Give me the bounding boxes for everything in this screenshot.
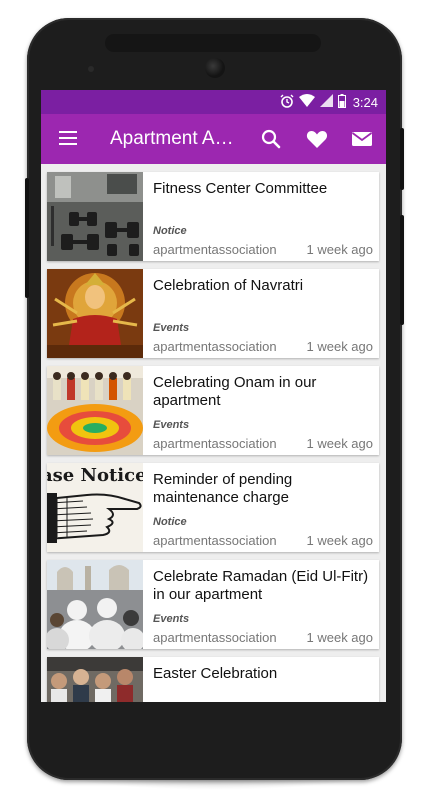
- post-author: apartmentassociation: [153, 242, 277, 257]
- signal-icon: [319, 94, 333, 110]
- eid-prayer-image: [47, 560, 143, 649]
- post-category: Events: [153, 322, 190, 334]
- post-category: Events: [153, 613, 190, 625]
- post-title: Reminder of pending maintenance charge: [153, 471, 293, 506]
- post-author: apartmentassociation: [153, 436, 277, 451]
- post-title: Celebrate Ramadan (Eid Ul-Fitr) in our a…: [153, 568, 369, 603]
- post-time: 1 week ago: [306, 630, 374, 645]
- phone-volume-button: [400, 215, 404, 325]
- post-time: 1 week ago: [306, 339, 374, 354]
- gym-equipment-image: [47, 172, 143, 261]
- post-category: Notice: [153, 516, 187, 528]
- app-screen: 3:24 Apartment Association: [41, 90, 386, 702]
- post-card[interactable]: Celebrating Onam in our apartment Events…: [47, 366, 379, 455]
- post-card[interactable]: Easter Celebration: [47, 657, 379, 702]
- navratri-idol-image: [47, 269, 143, 358]
- battery-icon: [337, 93, 346, 111]
- search-icon[interactable]: [259, 127, 283, 151]
- heart-icon[interactable]: [305, 127, 329, 151]
- wifi-icon: [298, 94, 315, 110]
- notice-pointing-hand-image: ase Notice T: [47, 463, 143, 552]
- post-time: 1 week ago: [306, 533, 374, 548]
- post-card[interactable]: ase Notice T Reminder of pending mainten…: [47, 463, 379, 552]
- phone-camera: [205, 58, 225, 78]
- post-card[interactable]: Celebration of Navratri Events apartment…: [47, 269, 379, 358]
- post-category: Notice: [153, 225, 187, 237]
- phone-sensor: [88, 66, 94, 72]
- post-card[interactable]: Celebrate Ramadan (Eid Ul-Fitr) in our a…: [47, 560, 379, 649]
- app-toolbar: Apartment Association: [41, 114, 386, 164]
- phone-side-button: [25, 178, 29, 298]
- post-author: apartmentassociation: [153, 339, 277, 354]
- post-category: Events: [153, 419, 190, 431]
- status-bar: 3:24: [41, 90, 386, 114]
- easter-crowd-image: [47, 657, 143, 702]
- post-time: 1 week ago: [306, 436, 374, 451]
- post-card[interactable]: Fitness Center Committee Notice apartmen…: [47, 172, 379, 261]
- post-title: Celebrating Onam in our apartment: [153, 374, 317, 409]
- post-list: Fitness Center Committee Notice apartmen…: [41, 164, 386, 702]
- onam-flower-carpet-image: [47, 366, 143, 455]
- post-title: Fitness Center Committee: [153, 180, 328, 197]
- alarm-icon: [280, 94, 294, 111]
- post-title: Celebration of Navratri: [153, 277, 304, 294]
- phone-speaker: [105, 34, 321, 52]
- status-time: 3:24: [352, 94, 378, 110]
- mail-icon[interactable]: [350, 127, 374, 151]
- post-author: apartmentassociation: [153, 630, 277, 645]
- post-time: 1 week ago: [306, 242, 374, 257]
- app-title: Apartment Association: [110, 128, 236, 149]
- post-title: Easter Celebration: [153, 665, 278, 682]
- post-author: apartmentassociation: [153, 533, 277, 548]
- menu-icon[interactable]: [59, 131, 77, 145]
- phone-power-button: [400, 128, 404, 190]
